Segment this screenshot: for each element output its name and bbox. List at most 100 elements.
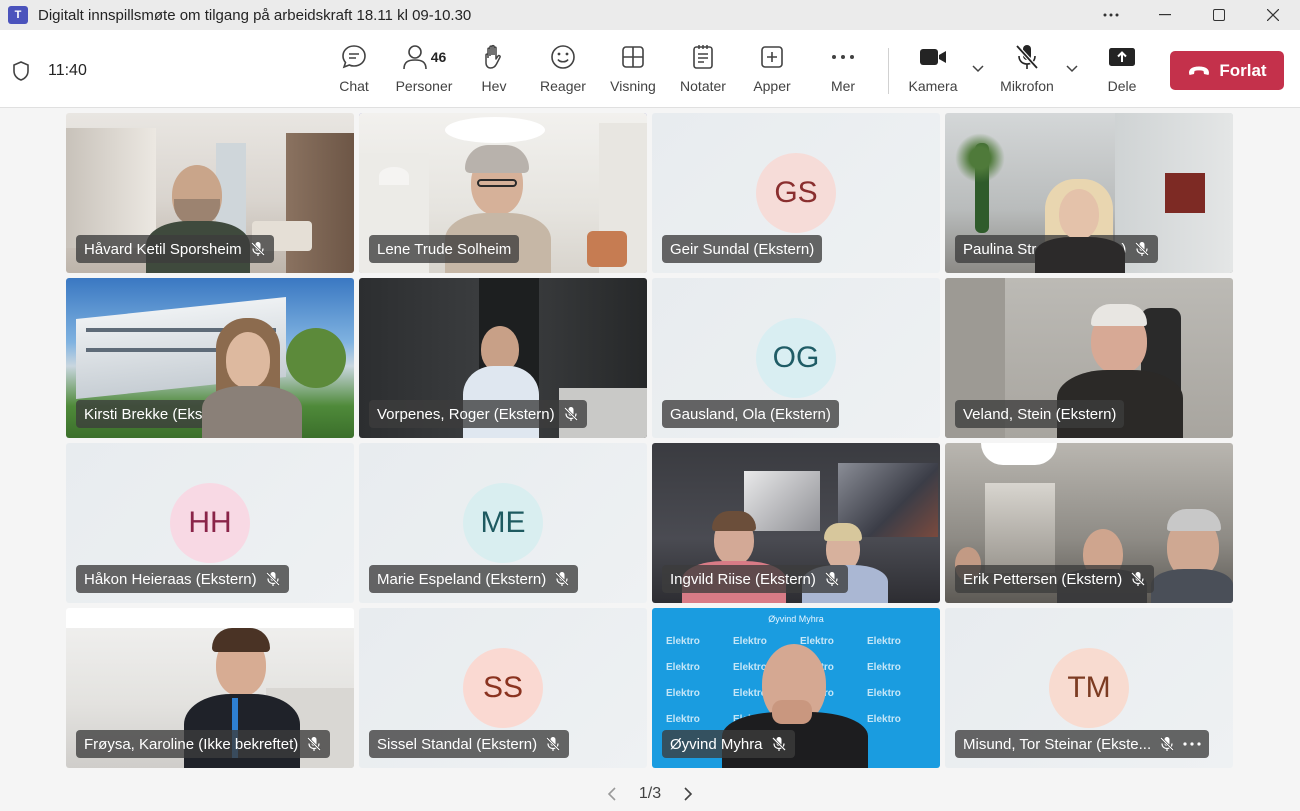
video-gallery: Håvard Ketil Sporsheim Lene Trude Solhei… <box>66 113 1235 768</box>
mic-options-chevron-icon[interactable] <box>1064 60 1080 76</box>
participant-avatar: ME <box>463 483 543 563</box>
chat-icon <box>342 45 366 69</box>
participant-name: Erik Pettersen (Ekstern) <box>963 570 1123 588</box>
participant-avatar: SS <box>463 648 543 728</box>
share-screen-icon <box>1109 48 1135 66</box>
mic-off-icon <box>1135 242 1150 256</box>
chevron-left-icon <box>607 787 616 801</box>
participant-name: Marie Espeland (Ekstern) <box>377 570 547 588</box>
participant-name: Geir Sundal (Ekstern) <box>670 240 815 258</box>
participant-tile[interactable]: SS Sissel Standal (Ekstern) <box>359 608 647 768</box>
mic-off-icon <box>250 242 265 256</box>
gallery-pager: 1/3 <box>600 780 700 808</box>
leave-button[interactable]: Forlat <box>1170 51 1284 90</box>
share-label: Dele <box>1107 78 1137 94</box>
participant-name-tag: Gausland, Ola (Ekstern) <box>662 400 839 428</box>
participant-tile[interactable]: Veland, Stein (Ekstern) <box>945 278 1233 438</box>
close-button[interactable] <box>1246 0 1300 30</box>
brand-logo-text: Elektro <box>666 688 700 699</box>
mic-off-icon <box>563 407 578 421</box>
participant-tile[interactable]: ME Marie Espeland (Ekstern) <box>359 443 647 603</box>
participant-name-tag: Geir Sundal (Ekstern) <box>662 235 823 263</box>
participant-name: Frøysa, Karoline (Ikke bekreftet) <box>84 735 299 753</box>
brand-logo-text: Elektro <box>666 636 700 647</box>
participant-name-tag: Erik Pettersen (Ekstern) <box>955 565 1155 593</box>
maximize-button[interactable] <box>1192 0 1246 30</box>
add-app-icon <box>761 46 783 68</box>
camera-options-chevron-icon[interactable] <box>970 60 986 76</box>
mic-off-icon <box>307 737 322 751</box>
participant-tile[interactable]: TM Misund, Tor Steinar (Ekste... <box>945 608 1233 768</box>
brand-logo-text: Elektro <box>867 636 901 647</box>
participant-tile[interactable]: GS Geir Sundal (Ekstern) <box>652 113 940 273</box>
participant-name: Øyvind Myhra <box>670 735 763 753</box>
mic-off-icon <box>265 572 280 586</box>
participant-tile[interactable]: Kirsti Brekke (Ekstern) <box>66 278 354 438</box>
minimize-button[interactable] <box>1138 0 1192 30</box>
participant-name-tag: Sissel Standal (Ekstern) <box>369 730 570 758</box>
raise-hand-label: Hev <box>481 78 507 94</box>
brand-logo-text: Elektro <box>867 714 901 725</box>
microphone-button[interactable]: Mikrofon <box>996 40 1058 102</box>
mic-off-icon <box>1131 572 1146 586</box>
participant-name-tag: Misund, Tor Steinar (Ekste... <box>955 730 1210 758</box>
participant-tile[interactable]: Frøysa, Karoline (Ikke bekreftet) <box>66 608 354 768</box>
title-bar: T Digitalt innspillsmøte om tilgang på a… <box>0 0 1300 30</box>
page-indicator: 1/3 <box>638 785 662 802</box>
participant-name: Sissel Standal (Ekstern) <box>377 735 538 753</box>
mic-off-icon <box>771 737 786 751</box>
participant-avatar: TM <box>1049 648 1129 728</box>
brand-logo-text: Elektro <box>867 688 901 699</box>
participant-tile[interactable]: Håvard Ketil Sporsheim <box>66 113 354 273</box>
emoji-icon <box>551 45 575 69</box>
microphone-muted-icon <box>1015 44 1039 70</box>
notes-button[interactable]: Notater <box>677 40 729 102</box>
camera-label: Kamera <box>908 78 958 94</box>
participant-name-tag: Frøysa, Karoline (Ikke bekreftet) <box>76 730 331 758</box>
more-options-icon[interactable] <box>1084 0 1138 30</box>
brand-logo-text: Elektro <box>666 662 700 673</box>
people-label: Personer <box>395 78 453 94</box>
participant-tile[interactable]: Erik Pettersen (Ekstern) <box>945 443 1233 603</box>
mic-off-icon <box>1160 737 1175 751</box>
participant-tile[interactable]: OG Gausland, Ola (Ekstern) <box>652 278 940 438</box>
people-button[interactable]: 46 Personer <box>395 40 453 102</box>
meeting-timer: 11:40 <box>48 62 87 79</box>
camera-icon <box>920 49 946 65</box>
participant-tile[interactable]: Paulina Strand (Ekstern) <box>945 113 1233 273</box>
participant-name: Lene Trude Solheim <box>377 240 512 258</box>
notes-label: Notater <box>680 78 726 94</box>
chat-label: Chat <box>339 78 369 94</box>
apps-button[interactable]: Apper <box>750 40 794 102</box>
people-icon <box>402 45 427 70</box>
participant-tile[interactable]: Øyvind Myhra Elektro Elektro Elektro Ele… <box>652 608 940 768</box>
participant-name-tag: Lene Trude Solheim <box>369 235 520 263</box>
participant-avatar: OG <box>756 318 836 398</box>
participant-name-tag: Vorpenes, Roger (Ekstern) <box>369 400 587 428</box>
previous-page-button[interactable] <box>600 782 624 806</box>
raise-hand-icon <box>485 44 501 69</box>
shield-icon <box>13 61 29 81</box>
participant-name: Håkon Heieraas (Ekstern) <box>84 570 257 588</box>
next-page-button[interactable] <box>676 782 700 806</box>
raise-hand-button[interactable]: Hev <box>478 40 510 102</box>
background-banner-text: Øyvind Myhra <box>768 614 824 624</box>
window-controls <box>1084 0 1300 30</box>
participant-name-tag: Ingvild Riise (Ekstern) <box>662 565 848 593</box>
mic-off-icon <box>555 572 570 586</box>
participant-tile[interactable]: Ingvild Riise (Ekstern) <box>652 443 940 603</box>
leave-label: Forlat <box>1219 60 1267 80</box>
more-button[interactable]: Mer <box>826 40 860 102</box>
participant-tile[interactable]: HH Håkon Heieraas (Ekstern) <box>66 443 354 603</box>
people-count: 46 <box>430 49 447 65</box>
participant-tile[interactable]: Vorpenes, Roger (Ekstern) <box>359 278 647 438</box>
participant-tile-active-speaker[interactable]: Lene Trude Solheim <box>359 113 647 273</box>
camera-button[interactable]: Kamera <box>906 40 960 102</box>
view-button[interactable]: Visning <box>608 40 658 102</box>
chat-button[interactable]: Chat <box>336 40 372 102</box>
participant-name: Gausland, Ola (Ekstern) <box>670 405 831 423</box>
react-button[interactable]: Reager <box>540 40 586 102</box>
participant-more-options-icon[interactable] <box>1183 742 1201 746</box>
meeting-toolbar: 11:40 Chat 46 Personer Hev Reager Visnin… <box>0 30 1300 108</box>
share-button[interactable]: Dele <box>1104 40 1140 102</box>
